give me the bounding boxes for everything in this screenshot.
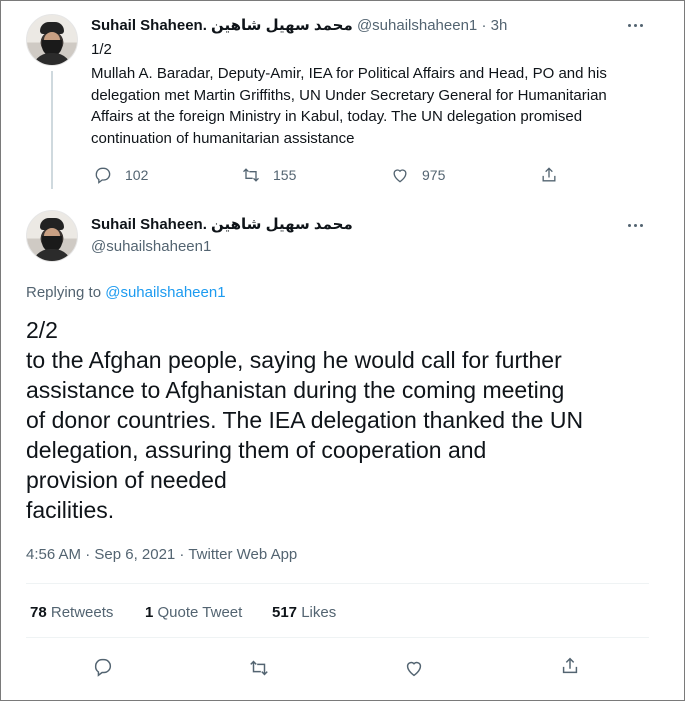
retweets-count: 78	[30, 604, 47, 621]
author-name[interactable]: Suhail Shaheen. محمد سهيل شاهين	[91, 216, 353, 233]
reply-icon	[94, 658, 112, 677]
reply-icon	[95, 167, 111, 184]
like-icon	[406, 661, 422, 677]
tweet1-text: Mullah A. Baradar, Deputy-Amir, IEA for …	[91, 65, 607, 147]
share-button[interactable]	[539, 165, 571, 185]
quote-label: Quote Tweet	[157, 604, 243, 621]
replying-to: Replying to @suhailshaheen1	[26, 284, 226, 301]
avatar[interactable]	[26, 14, 78, 66]
tweet1-header: Suhail Shaheen. محمد سهيل شاهين @suhails…	[91, 16, 507, 34]
more-options-icon[interactable]	[628, 219, 648, 233]
author-handle[interactable]: @suhailshaheen1	[91, 238, 211, 255]
quote-tweets-stat[interactable]: 1 Quote Tweet	[145, 604, 242, 621]
retweet-icon	[243, 168, 259, 182]
more-options-icon[interactable]	[628, 19, 648, 33]
likes-stat[interactable]: 517 Likes	[272, 604, 336, 621]
retweet-button[interactable]	[248, 657, 270, 684]
share-icon	[542, 167, 556, 182]
avatar[interactable]	[26, 210, 78, 262]
like-count: 975	[422, 167, 446, 183]
divider	[26, 583, 649, 584]
thread-line	[51, 71, 53, 189]
replying-to-link[interactable]: @suhailshaheen1	[105, 284, 225, 301]
reply-button[interactable]	[92, 656, 114, 683]
retweets-label: Retweets	[50, 604, 114, 621]
like-button[interactable]	[403, 657, 425, 684]
quote-count: 1	[145, 604, 154, 621]
thread-index: 1/2	[91, 41, 112, 58]
tweet-timestamp[interactable]: 4:56 AM · Sep 6, 2021 · Twitter Web App	[26, 546, 297, 563]
share-icon	[562, 657, 578, 674]
retweets-stat[interactable]: 78 Retweets	[30, 604, 113, 621]
tweet-time[interactable]: · 3h	[481, 17, 507, 34]
author-handle[interactable]: @suhailshaheen1	[357, 17, 477, 34]
retweet-button[interactable]: 155	[241, 165, 296, 185]
retweet-count: 155	[273, 167, 297, 183]
like-button[interactable]: 975	[390, 165, 445, 185]
retweet-icon	[250, 660, 268, 676]
reply-button[interactable]: 102	[93, 165, 148, 185]
reply-count: 102	[125, 167, 149, 183]
likes-count: 517	[272, 604, 298, 621]
likes-label: Likes	[301, 604, 337, 621]
replying-to-label: Replying to	[26, 284, 106, 301]
author-name[interactable]: Suhail Shaheen. محمد سهيل شاهين	[91, 17, 353, 34]
divider	[26, 637, 649, 638]
tweet2-author-name[interactable]: Suhail Shaheen. محمد سهيل شاهين	[91, 215, 353, 233]
share-button[interactable]	[559, 655, 581, 682]
tweet2-text: 2/2 to the Afghan people, saying he woul…	[26, 317, 584, 523]
like-icon	[393, 169, 407, 183]
